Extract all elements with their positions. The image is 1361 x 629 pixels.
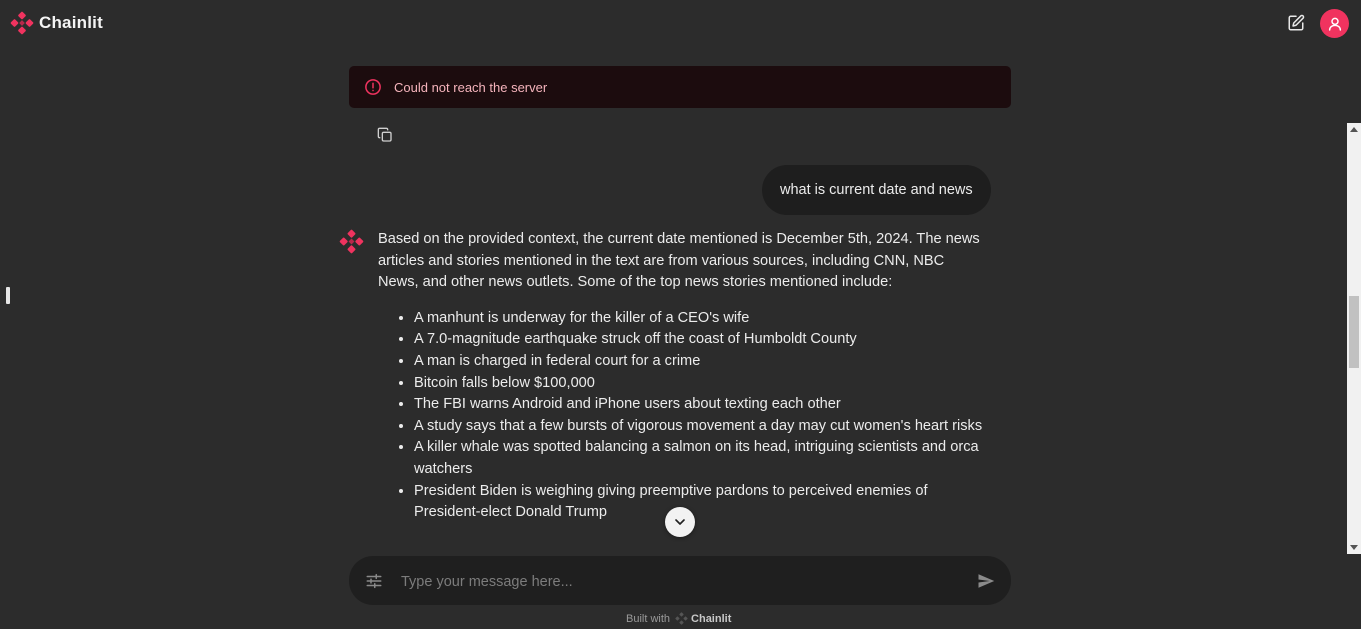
message-input[interactable] [399,568,963,595]
news-item: A study says that a few bursts of vigoro… [414,416,988,438]
copy-icon [377,127,392,142]
news-item: Bitcoin falls below $100,000 [414,373,988,395]
sidebar-resize-handle[interactable] [6,287,10,304]
assistant-avatar-icon [339,229,364,254]
footer-brand-name: Chainlit [691,612,732,625]
triangle-up-icon [1350,127,1358,132]
user-avatar-button[interactable] [1320,9,1349,38]
copy-button[interactable] [377,127,393,143]
news-list: A manhunt is underway for the killer of … [378,308,988,524]
send-icon [978,574,995,588]
news-item: A 7.0-magnitude earthquake struck off th… [414,329,988,351]
chainlit-logo-icon [10,11,34,35]
header: Chainlit [0,0,1361,48]
edit-icon [1288,14,1305,31]
scroll-to-bottom-button[interactable] [665,507,695,537]
brand-logo[interactable]: Chainlit [10,11,103,35]
chevron-down-icon [675,519,685,525]
scroll-up-arrow[interactable] [1347,123,1361,137]
triangle-down-icon [1350,545,1358,550]
assistant-message: Based on the provided context, the curre… [378,229,988,524]
chainlit-logo-icon [675,612,688,625]
footer-brand-link[interactable]: Chainlit [675,612,731,625]
user-message: what is current date and news [762,165,991,215]
scroll-down-arrow[interactable] [1347,540,1361,554]
sliders-icon [366,573,382,589]
news-item: A killer whale was spotted balancing a s… [414,437,988,480]
chat-settings-button[interactable] [365,572,383,590]
alert-circle-icon [364,78,382,96]
send-button[interactable] [977,572,995,590]
news-item: A man is charged in federal court for a … [414,351,988,373]
user-icon [1328,17,1341,31]
built-with-label: Built with [626,612,671,625]
scrollbar[interactable] [1347,123,1361,554]
error-alert: Could not reach the server [349,66,1011,108]
assistant-intro: Based on the provided context, the curre… [378,231,980,291]
new-chat-button[interactable] [1285,12,1307,34]
news-item: The FBI warns Android and iPhone users a… [414,394,988,416]
message-composer [349,556,1011,605]
news-item: A manhunt is underway for the killer of … [414,308,988,330]
error-message: Could not reach the server [394,79,548,95]
footer: Built with Chainlit [626,612,731,625]
news-item: President Biden is weighing giving preem… [414,481,988,524]
brand-name: Chainlit [39,13,103,32]
scrollbar-thumb[interactable] [1349,296,1359,368]
